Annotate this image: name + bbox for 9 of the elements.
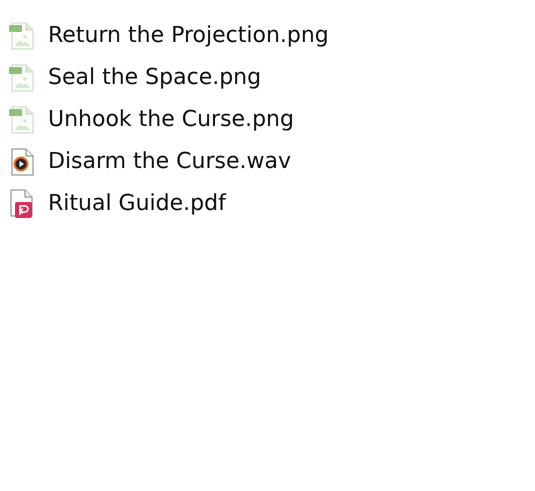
audio-file-icon <box>9 148 35 176</box>
image-file-icon <box>9 64 35 92</box>
file-name[interactable]: Ritual Guide.pdf <box>48 193 226 215</box>
file-name[interactable]: Return the Projection.png <box>48 25 329 47</box>
file-name[interactable]: Unhook the Curse.png <box>48 109 294 131</box>
file-name[interactable]: Seal the Space.png <box>48 67 262 89</box>
image-file-icon <box>9 106 35 134</box>
image-file-icon <box>9 22 35 50</box>
file-name[interactable]: Disarm the Curse.wav <box>48 151 292 173</box>
